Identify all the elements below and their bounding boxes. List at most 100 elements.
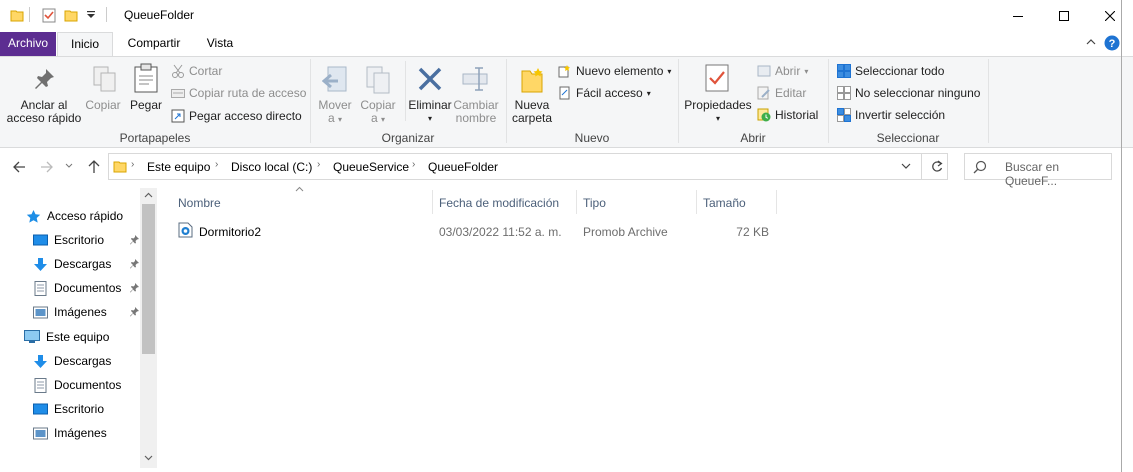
column-divider[interactable] (576, 190, 577, 214)
scroll-down-icon[interactable] (144, 455, 153, 461)
scroll-thumb[interactable] (142, 204, 155, 354)
paste-button[interactable]: Pegar (126, 99, 166, 112)
history-button[interactable]: Historial (757, 108, 818, 122)
copy-to-button[interactable]: Copiar a ▾ (357, 99, 399, 126)
nav-item-este-equipo[interactable]: Este equipo (24, 327, 109, 347)
window-border (1121, 0, 1122, 472)
invert-selection-button[interactable]: Invertir selección (837, 108, 945, 122)
group-label-nuevo: Nuevo (574, 131, 610, 145)
tab-compartir[interactable]: Compartir (118, 32, 190, 56)
chevron-right-icon: › (412, 159, 416, 170)
title-bar: QueueFolder (0, 0, 1133, 32)
copy-path-button[interactable]: Copiar ruta de acceso (171, 86, 306, 100)
open-button[interactable]: Abrir ▾ (757, 64, 808, 78)
refresh-icon (931, 160, 943, 173)
address-bar[interactable]: › Este equipo › Disco local (C:) › Queue… (108, 153, 948, 180)
forward-button[interactable] (40, 160, 54, 174)
file-date: 03/03/2022 11:52 a. m. (439, 225, 562, 239)
tab-archivo[interactable]: Archivo (0, 32, 56, 56)
address-history-dropdown[interactable] (901, 163, 911, 170)
move-to-button[interactable]: Mover a ▾ (314, 99, 356, 126)
nav-item-acceso-rapido[interactable]: Acceso rápido (26, 206, 123, 226)
select-all-icon (837, 64, 851, 78)
column-header-tamano[interactable]: Tamaño (703, 196, 746, 210)
column-divider[interactable] (696, 190, 697, 214)
rename-button[interactable]: Cambiar nombre (452, 99, 500, 125)
nav-item-pc-imagenes[interactable]: Imágenes (33, 423, 107, 443)
scroll-up-icon[interactable] (144, 192, 153, 198)
dropdown-arrow-icon: ▾ (715, 114, 720, 123)
column-divider[interactable] (432, 190, 433, 214)
column-divider[interactable] (776, 190, 777, 214)
select-all-button[interactable]: Seleccionar todo (837, 64, 944, 78)
column-header-fecha[interactable]: Fecha de modificación (439, 196, 559, 210)
nav-item-imagenes[interactable]: Imágenes (33, 302, 139, 322)
up-button[interactable] (87, 159, 101, 174)
promob-file-icon (178, 222, 193, 238)
group-label-portapapeles: Portapapeles (119, 131, 191, 145)
computer-icon (24, 330, 40, 344)
column-header-tipo[interactable]: Tipo (583, 196, 606, 210)
navigation-pane: Acceso rápido Escritorio Descargas Docum… (0, 188, 157, 472)
help-icon[interactable]: ? (1104, 35, 1120, 51)
collapse-ribbon-icon[interactable] (1086, 38, 1096, 46)
recent-locations-button[interactable] (65, 163, 73, 169)
ribbon: Anclar al acceso rápido Copiar Pegar Cor… (0, 56, 1133, 148)
column-header-nombre[interactable]: Nombre (178, 196, 221, 210)
delete-button[interactable]: Eliminar ▾ (406, 99, 454, 125)
nav-item-pc-documentos[interactable]: Documentos (33, 375, 121, 395)
nav-item-descargas[interactable]: Descargas (33, 254, 139, 274)
easy-access-button[interactable]: Fácil acceso ▾ (558, 86, 651, 100)
paste-shortcut-button[interactable]: Pegar acceso directo (171, 108, 302, 123)
folder-icon (10, 8, 24, 22)
copy-button[interactable]: Copiar (84, 99, 122, 112)
breadcrumb-queuefolder[interactable]: QueueFolder (428, 160, 498, 174)
image-icon (33, 427, 48, 440)
file-type: Promob Archive (583, 225, 668, 239)
scissors-icon (171, 64, 185, 78)
select-none-button[interactable]: No seleccionar ninguno (837, 86, 980, 100)
file-name: Dormitorio2 (199, 225, 262, 239)
maximize-button[interactable] (1041, 0, 1087, 32)
cut-button[interactable]: Cortar (171, 64, 222, 78)
properties-qat-icon[interactable] (42, 8, 56, 23)
nav-scrollbar[interactable] (140, 188, 157, 468)
ribbon-tabs: Archivo Inicio Compartir Vista ? (0, 32, 1133, 56)
paste-icon (133, 63, 159, 93)
pin-quick-access-button[interactable]: Anclar al acceso rápido (4, 99, 84, 125)
arrow-right-icon (40, 160, 54, 174)
copy-to-icon (364, 65, 392, 95)
pin-icon (130, 283, 139, 293)
properties-button[interactable]: Propiedades ▾ (682, 99, 754, 125)
search-box[interactable]: Buscar en QueueF... (964, 153, 1112, 188)
new-item-button[interactable]: Nuevo elemento ▾ (558, 64, 671, 78)
document-icon (33, 377, 48, 393)
minimize-button[interactable] (995, 0, 1041, 32)
group-label-organizar: Organizar (381, 131, 435, 145)
refresh-button[interactable] (931, 160, 943, 173)
tab-vista[interactable]: Vista (196, 32, 244, 56)
breadcrumb-disco-local[interactable]: Disco local (C:) (231, 160, 312, 174)
edit-button[interactable]: Editar (757, 86, 806, 100)
chevron-down-icon (65, 163, 73, 169)
nav-item-pc-escritorio[interactable]: Escritorio (33, 399, 104, 419)
nav-item-pc-descargas[interactable]: Descargas (33, 351, 111, 371)
breadcrumb-este-equipo[interactable]: Este equipo (147, 160, 210, 174)
close-button[interactable] (1087, 0, 1133, 32)
paste-shortcut-icon (171, 108, 185, 123)
dropdown-arrow-icon: ▾ (381, 115, 386, 124)
star-icon (26, 209, 41, 224)
chevron-right-icon: › (215, 159, 219, 170)
table-row[interactable]: Dormitorio2 03/03/2022 11:52 a. m. Promo… (172, 219, 776, 241)
new-folder-qat-icon[interactable] (64, 8, 78, 22)
back-button[interactable] (12, 160, 26, 174)
tab-inicio[interactable]: Inicio (57, 32, 113, 56)
move-to-icon (322, 65, 350, 95)
new-folder-button[interactable]: Nueva carpeta (508, 99, 556, 125)
nav-item-documentos[interactable]: Documentos (33, 278, 139, 298)
nav-item-escritorio[interactable]: Escritorio (33, 230, 139, 250)
minimize-icon (1013, 11, 1023, 21)
qat-dropdown-icon[interactable] (87, 10, 95, 20)
file-size: 72 KB (736, 225, 769, 239)
breadcrumb-queueservice[interactable]: QueueService (333, 160, 409, 174)
